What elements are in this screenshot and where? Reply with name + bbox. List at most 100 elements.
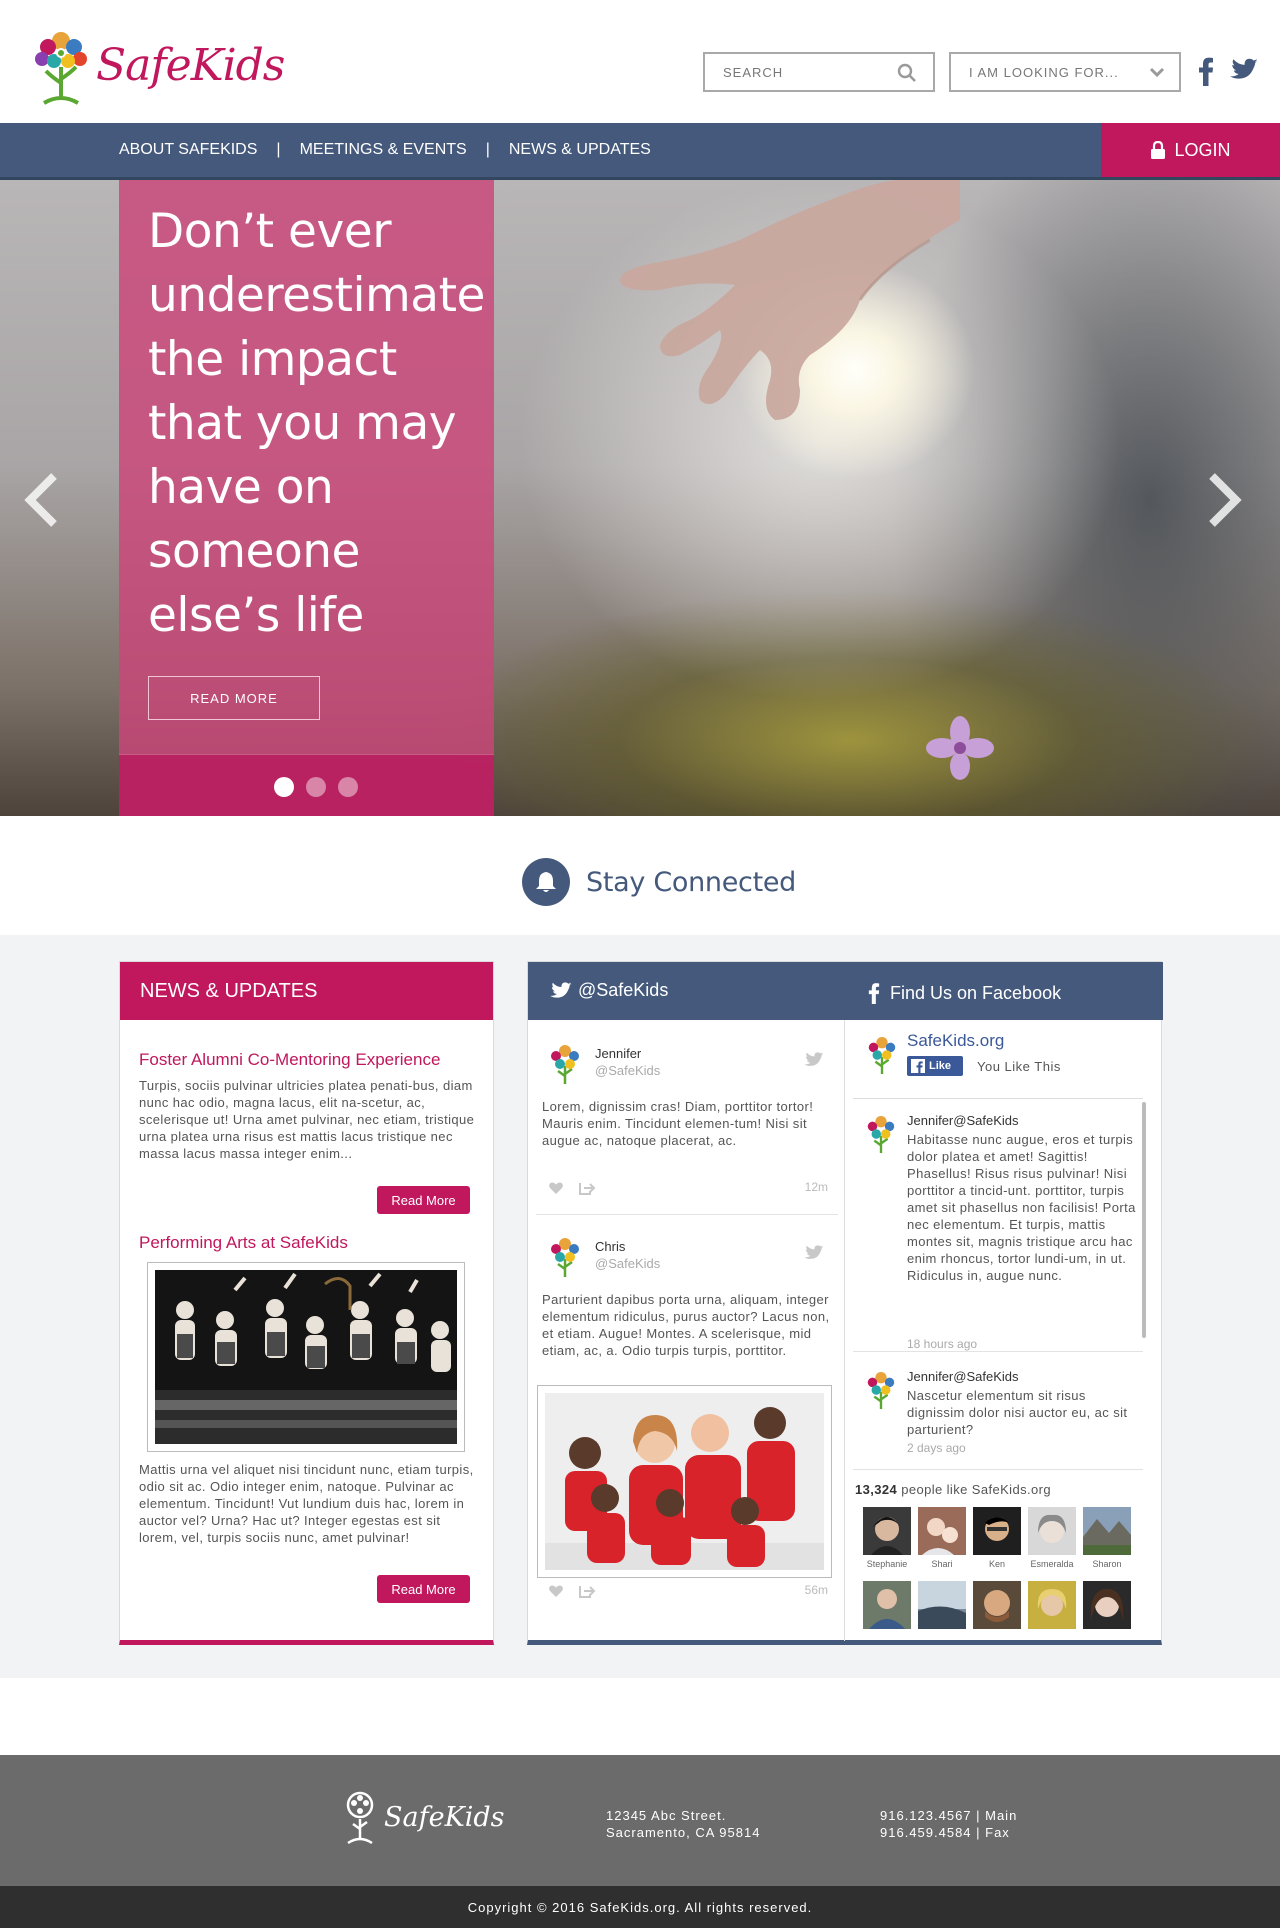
post-divider	[853, 1351, 1143, 1352]
likes-number: 13,324	[855, 1482, 898, 1497]
performers-image	[155, 1270, 457, 1444]
facebook-like-button[interactable]: Like	[907, 1056, 963, 1076]
twitter-heading-label: @SafeKids	[578, 980, 669, 1000]
twitter-icon	[550, 981, 572, 998]
fan-avatar[interactable]	[973, 1507, 1021, 1555]
fan-name: Stephanie	[866, 1559, 908, 1569]
twitter-bird-icon	[804, 1052, 824, 1066]
facebook-post-text: Nascetur elementum sit risus dignissim d…	[907, 1388, 1128, 1437]
search-icon[interactable]	[897, 63, 917, 83]
fan-avatar[interactable]	[1083, 1507, 1131, 1555]
facebook-feed-heading[interactable]: Find Us on Facebook	[868, 982, 1061, 1004]
facebook-icon[interactable]	[1198, 56, 1214, 86]
twitter-icon[interactable]	[1230, 58, 1258, 82]
tweet-text: Parturient dapibus porta urna, aliquam, …	[542, 1292, 830, 1358]
footer-phone-numbers: 916.123.4567 | Main 916.459.4584 | Fax	[880, 1807, 1017, 1841]
nav-about-safekids[interactable]: ABOUT SAFEKIDS	[119, 141, 257, 159]
facebook-post-author[interactable]: Jennifer@SafeKids	[907, 1369, 1018, 1384]
slider-dots	[274, 777, 370, 797]
news-updates-card: NEWS & UPDATES Foster Alumni Co-Mentorin…	[119, 961, 494, 1645]
news-read-more-button[interactable]: Read More	[377, 1186, 470, 1214]
looking-for-value: I AM LOOKING FOR...	[969, 64, 1119, 80]
fan-avatar[interactable]	[918, 1581, 966, 1629]
chevron-right-icon[interactable]	[1206, 472, 1244, 528]
stay-connected-section: Stay Connected	[0, 816, 1280, 935]
fan-avatar[interactable]	[1028, 1507, 1076, 1555]
fan-avatar[interactable]	[1028, 1581, 1076, 1629]
share-icon[interactable]	[578, 1583, 596, 1599]
facebook-page-name[interactable]: SafeKids.org	[907, 1031, 1004, 1051]
fan-avatar[interactable]	[863, 1507, 911, 1555]
slider-dot-3[interactable]	[338, 777, 358, 797]
facebook-feed-scrollbar[interactable]	[1142, 1102, 1146, 1338]
nav-separator: |	[485, 141, 490, 158]
stay-connected-title: Stay Connected	[586, 866, 797, 898]
nav-news-updates[interactable]: NEWS & UPDATES	[509, 141, 651, 159]
tweet-author-handle[interactable]: @SafeKids	[595, 1256, 660, 1271]
site-footer: SafeKids 12345 Abc Street. Sacramento, C…	[0, 1755, 1280, 1886]
search-field[interactable]	[703, 52, 935, 92]
facebook-icon	[911, 1059, 925, 1073]
tweet-time: 12m	[804, 1180, 828, 1194]
news-item-title[interactable]: Performing Arts at SafeKids	[139, 1233, 348, 1253]
logo-wordmark: SafeKids	[96, 39, 285, 91]
slider-dot-2[interactable]	[306, 777, 326, 797]
facebook-like-label: Like	[929, 1060, 952, 1072]
stay-connected-heading: Stay Connected	[522, 858, 796, 906]
login-button[interactable]: LOGIN	[1101, 123, 1280, 177]
tweet-author-handle[interactable]: @SafeKids	[595, 1063, 660, 1078]
looking-for-dropdown[interactable]: I AM LOOKING FOR...	[949, 52, 1181, 92]
login-label: LOGIN	[1174, 139, 1231, 160]
fan-avatar[interactable]	[1083, 1581, 1131, 1629]
nav-meetings-events[interactable]: MEETINGS & EVENTS	[300, 141, 467, 159]
chevron-left-icon[interactable]	[22, 472, 60, 528]
footer-logo-wordmark: SafeKids	[384, 1801, 505, 1833]
tweet-author-name[interactable]: Jennifer	[595, 1046, 641, 1061]
social-card-header: @SafeKids Find Us on Facebook	[528, 962, 1163, 1020]
slider-indicator-bar	[119, 754, 494, 816]
fan-avatar[interactable]	[863, 1581, 911, 1629]
site-header: SafeKids I AM LOOKING FOR...	[0, 0, 1280, 123]
tweet-author-name[interactable]: Chris	[595, 1239, 625, 1254]
hero-quote: Don’t ever underestimate the impact that…	[148, 204, 485, 643]
news-read-more-button[interactable]: Read More	[377, 1575, 470, 1603]
copyright-bar: Copyright © 2016 SafeKids.org. All right…	[0, 1886, 1280, 1928]
tree-logo-icon	[35, 32, 87, 105]
fan-avatar[interactable]	[918, 1507, 966, 1555]
heart-icon[interactable]	[548, 1584, 564, 1598]
fan-name: Shari	[931, 1559, 953, 1569]
fan-name: Sharon	[1092, 1559, 1122, 1569]
column-divider	[844, 1020, 845, 1641]
nav-links: ABOUT SAFEKIDS | MEETINGS & EVENTS | NEW…	[119, 123, 651, 177]
fan-avatar[interactable]	[973, 1581, 1021, 1629]
slider-dot-1[interactable]	[274, 777, 294, 797]
news-card-heading: NEWS & UPDATES	[120, 962, 493, 1020]
avatar	[868, 1037, 896, 1074]
avatar	[551, 1045, 579, 1084]
tweet-text: Lorem, dignissim cras! Diam, porttitor t…	[542, 1099, 814, 1148]
phone-fax: 916.459.4584 | Fax	[880, 1825, 1010, 1840]
phone-main[interactable]: 916.123.4567 | Main	[880, 1807, 1017, 1824]
address-line-1: 12345 Abc Street.	[606, 1808, 727, 1823]
search-input[interactable]	[723, 64, 893, 80]
tweet-divider	[536, 1214, 838, 1215]
facebook-post-time: 18 hours ago	[907, 1337, 978, 1351]
share-icon[interactable]	[578, 1180, 596, 1196]
hero-read-more-button[interactable]: READ MORE	[148, 676, 320, 720]
footer-logo[interactable]: SafeKids	[340, 1789, 505, 1845]
heart-icon[interactable]	[548, 1181, 564, 1195]
tweet-actions: 56m	[548, 1581, 828, 1601]
safekids-logo[interactable]: SafeKids	[30, 22, 300, 108]
facebook-like-status: You Like This	[977, 1059, 1061, 1074]
facebook-post-author[interactable]: Jennifer@SafeKids	[907, 1113, 1018, 1128]
family-photo[interactable]	[537, 1385, 832, 1578]
twitter-feed-heading[interactable]: @SafeKids	[550, 980, 668, 1001]
lock-icon	[1151, 141, 1166, 159]
tweet-time: 56m	[804, 1583, 828, 1597]
news-item-title[interactable]: Foster Alumni Co-Mentoring Experience	[139, 1050, 440, 1070]
nav-separator: |	[276, 141, 281, 158]
performing-arts-photo[interactable]	[147, 1262, 465, 1452]
tree-logo-icon	[346, 1791, 374, 1845]
avatar	[867, 1116, 895, 1153]
facebook-post-feed[interactable]: Jennifer@SafeKids Habitasse nunc augue, …	[853, 1098, 1143, 1475]
